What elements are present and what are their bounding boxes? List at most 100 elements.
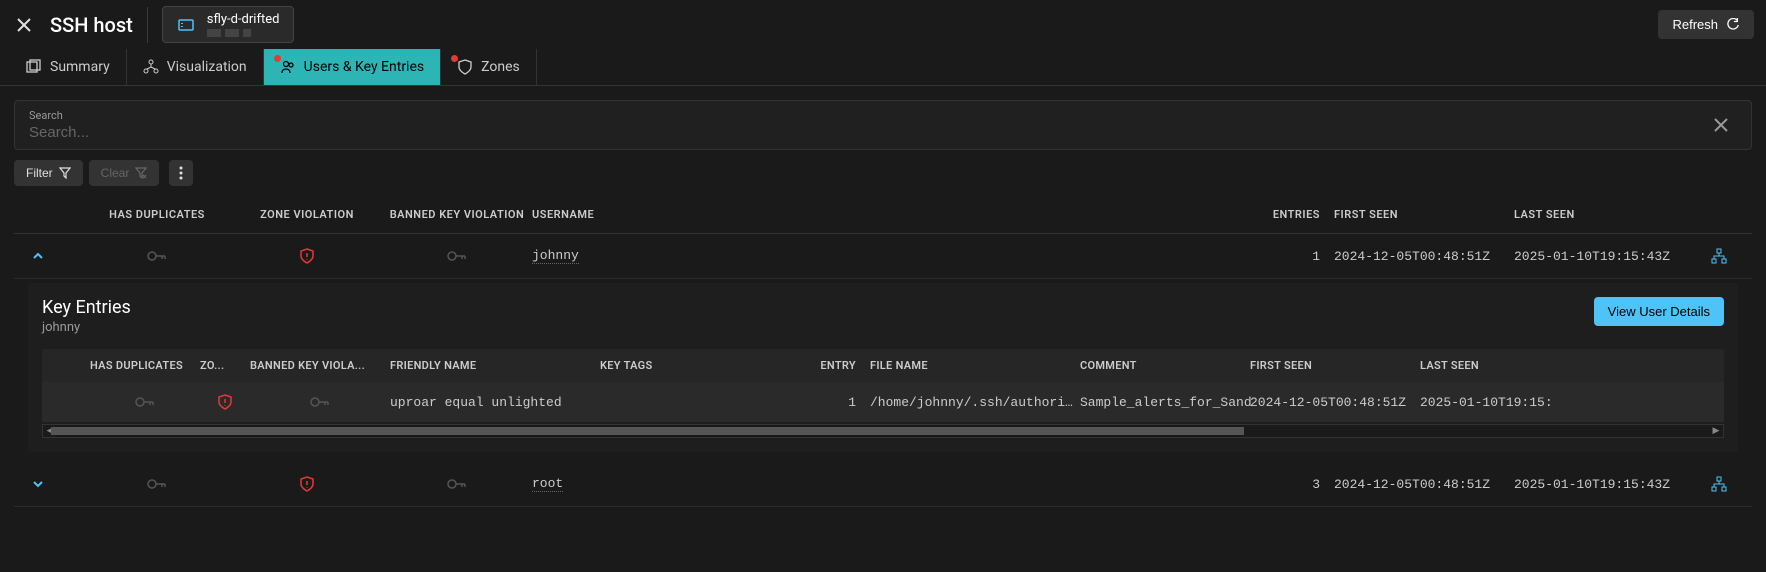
visualization-icon: [143, 59, 159, 75]
tab-zones[interactable]: Zones: [441, 49, 537, 85]
sub-zone-cell: [200, 394, 250, 410]
page-title: SSH host: [50, 13, 133, 37]
first-seen-cell: 2024-12-05T00:48:51Z: [1334, 249, 1514, 264]
users-table-continued: root 3 2024-12-05T00:48:51Z 2025-01-10T1…: [14, 462, 1752, 507]
host-info: sfly-d-drifted: [207, 12, 280, 37]
key-icon: [310, 396, 330, 408]
entries-cell: 3: [1244, 477, 1334, 492]
app-header: SSH host sfly-d-drifted Refresh: [0, 0, 1766, 49]
tab-label: Visualization: [167, 59, 247, 75]
subtable-header: HAS DUPLICATES ZO... BANNED KEY VIOLA...…: [42, 349, 1724, 382]
shield-alert-icon: [217, 394, 233, 410]
sub-col-zone[interactable]: ZO...: [200, 359, 250, 372]
clear-button: Clear: [89, 160, 160, 186]
subtable-row[interactable]: uproar equal unlighted 1 /home/johnny/.s…: [42, 382, 1724, 422]
sub-friendly-cell: uproar equal unlighted: [390, 395, 600, 410]
col-username[interactable]: USERNAME: [532, 208, 1244, 221]
sub-first-cell: 2024-12-05T00:48:51Z: [1250, 395, 1420, 410]
key-icon: [447, 250, 467, 262]
horizontal-scrollbar[interactable]: ◀ ▶: [42, 424, 1724, 438]
sub-comment-cell: Sample_alerts_for_Sand: [1080, 395, 1250, 410]
search-section: Search: [14, 100, 1752, 150]
tab-summary[interactable]: Summary: [10, 49, 127, 85]
alert-dot-icon: [274, 55, 281, 62]
header-left: SSH host sfly-d-drifted: [12, 6, 294, 43]
sub-col-last[interactable]: LAST SEEN: [1420, 359, 1570, 372]
username-cell: johnny: [532, 248, 1244, 264]
sub-banned-cell: [250, 396, 390, 408]
host-icon: [177, 16, 195, 34]
collapse-toggle[interactable]: [22, 250, 82, 262]
sub-col-friendly[interactable]: FRIENDLY NAME: [390, 359, 600, 372]
col-has-duplicates[interactable]: HAS DUPLICATES: [82, 208, 232, 221]
chevron-up-icon: [32, 250, 44, 262]
sub-col-first[interactable]: FIRST SEEN: [1250, 359, 1420, 372]
host-chip[interactable]: sfly-d-drifted: [162, 6, 295, 43]
filter-label: Filter: [26, 166, 53, 180]
search-input[interactable]: [29, 124, 1705, 141]
tab-users-key-entries[interactable]: Users & Key Entries: [264, 49, 441, 85]
col-banned-key[interactable]: BANNED KEY VIOLATION: [382, 208, 532, 221]
sub-col-file[interactable]: FILE NAME: [870, 359, 1080, 372]
clear-search-icon[interactable]: [1705, 113, 1737, 137]
banned-key-cell: [382, 250, 532, 262]
first-seen-cell: 2024-12-05T00:48:51Z: [1334, 477, 1514, 492]
summary-icon: [26, 59, 42, 75]
shield-alert-icon: [299, 248, 315, 264]
sub-col-entry[interactable]: ENTRY: [780, 359, 870, 372]
tab-visualization[interactable]: Visualization: [127, 49, 264, 85]
sub-file-cell: /home/johnny/.ssh/authori…: [870, 395, 1080, 410]
col-zone-violation[interactable]: ZONE VIOLATION: [232, 208, 382, 221]
table-row[interactable]: johnny 1 2024-12-05T00:48:51Z 2025-01-10…: [14, 234, 1752, 279]
filter-button[interactable]: Filter: [14, 160, 83, 186]
key-icon: [447, 478, 467, 490]
last-seen-cell: 2025-01-10T19:15:43Z: [1514, 477, 1694, 492]
key-icon: [147, 250, 167, 262]
sub-last-cell: 2025-01-10T19:15:: [1420, 395, 1570, 410]
table-header: HAS DUPLICATES ZONE VIOLATION BANNED KEY…: [14, 196, 1752, 234]
tabs-bar: Summary Visualization Users & Key Entrie…: [0, 49, 1766, 86]
zone-violation-cell: [232, 476, 382, 492]
username-link[interactable]: root: [532, 476, 563, 492]
refresh-icon: [1726, 18, 1740, 32]
key-icon: [147, 478, 167, 490]
col-entries[interactable]: ENTRIES: [1244, 208, 1334, 221]
banned-key-cell: [382, 478, 532, 490]
scroll-right-icon[interactable]: ▶: [1709, 425, 1723, 437]
col-first-seen[interactable]: FIRST SEEN: [1334, 208, 1514, 221]
sub-entry-cell: 1: [780, 395, 870, 410]
sub-col-banned[interactable]: BANNED KEY VIOLA...: [250, 359, 390, 372]
expand-toggle[interactable]: [22, 478, 82, 490]
sub-col-tags[interactable]: KEY TAGS: [600, 359, 780, 372]
users-icon: [280, 59, 296, 75]
sitemap-icon: [1711, 476, 1727, 492]
sub-col-comment[interactable]: COMMENT: [1080, 359, 1250, 372]
detail-header: Key Entries johnny View User Details: [42, 297, 1724, 335]
visualize-cell[interactable]: [1694, 248, 1744, 264]
host-blocks: [207, 29, 280, 37]
view-user-details-button[interactable]: View User Details: [1594, 297, 1724, 326]
sitemap-icon: [1711, 248, 1727, 264]
username-link[interactable]: johnny: [532, 248, 579, 264]
tab-label: Users & Key Entries: [304, 59, 424, 75]
scroll-thumb[interactable]: [51, 427, 1244, 435]
header-divider: [147, 7, 148, 43]
header-right: Refresh: [1658, 10, 1754, 39]
tab-label: Summary: [50, 59, 110, 75]
more-options-button[interactable]: [169, 160, 193, 186]
table-row[interactable]: root 3 2024-12-05T00:48:51Z 2025-01-10T1…: [14, 462, 1752, 507]
sub-col-duplicates[interactable]: HAS DUPLICATES: [90, 359, 200, 372]
close-icon[interactable]: [12, 13, 36, 37]
entries-cell: 1: [1244, 249, 1334, 264]
clear-filter-icon: [135, 167, 147, 179]
shield-icon: [457, 59, 473, 75]
refresh-label: Refresh: [1672, 17, 1718, 32]
refresh-button[interactable]: Refresh: [1658, 10, 1754, 39]
content-area: Search Filter Clear HAS DUPLICATES ZONE …: [0, 86, 1766, 521]
col-last-seen[interactable]: LAST SEEN: [1514, 208, 1694, 221]
sub-duplicates-cell: [90, 396, 200, 408]
duplicates-cell: [82, 478, 232, 490]
detail-title: Key Entries: [42, 297, 131, 318]
visualize-cell[interactable]: [1694, 476, 1744, 492]
detail-subtitle: johnny: [42, 320, 131, 335]
